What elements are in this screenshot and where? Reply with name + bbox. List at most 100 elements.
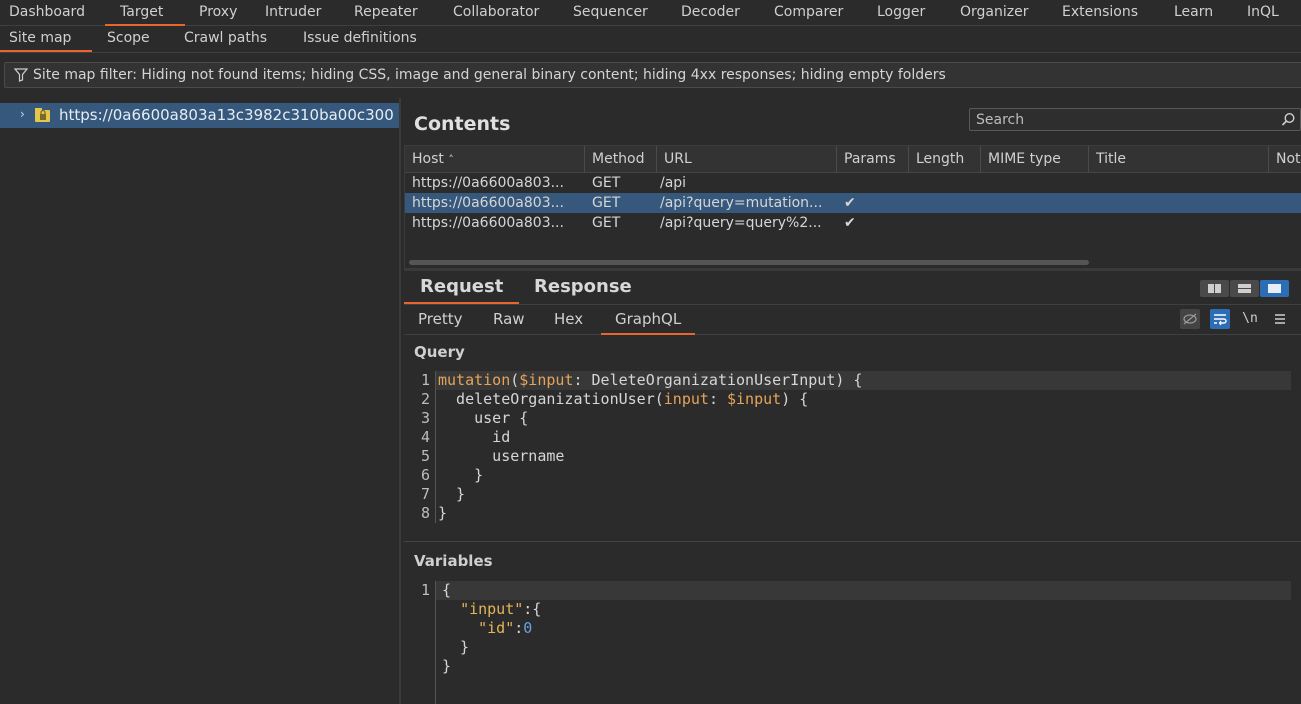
- code-line: {: [436, 581, 1291, 600]
- query-code[interactable]: mutation($input: DeleteOrganizationUserI…: [435, 371, 1291, 523]
- code-line: user {: [438, 409, 529, 427]
- stacked-layout-icon[interactable]: [1230, 280, 1259, 297]
- cell-params: [837, 173, 909, 193]
- code-line: }: [438, 504, 448, 522]
- tab-site-map[interactable]: Site map: [0, 26, 92, 52]
- line-number: 5: [420, 447, 430, 465]
- tab-logger[interactable]: Logger: [877, 0, 960, 25]
- table-row[interactable]: https://0a6600a803... GET /api?query=mut…: [405, 193, 1301, 213]
- column-header-method[interactable]: Method: [585, 146, 657, 173]
- search-input[interactable]: [976, 110, 1266, 129]
- code-line: }: [438, 485, 466, 503]
- tab-pretty[interactable]: Pretty: [404, 305, 477, 335]
- tab-organizer[interactable]: Organizer: [960, 0, 1062, 25]
- tab-dashboard[interactable]: Dashboard: [9, 0, 105, 25]
- tab-collaborator[interactable]: Collaborator: [453, 0, 573, 25]
- message-tab-bar: Request Response: [404, 272, 1301, 305]
- tab-scope[interactable]: Scope: [107, 26, 150, 52]
- tab-learn[interactable]: Learn: [1174, 0, 1247, 25]
- code-line: "input":{: [460, 600, 542, 618]
- code-line: }: [442, 657, 452, 675]
- column-header-mime-type[interactable]: MIME type: [981, 146, 1089, 173]
- section-divider[interactable]: [404, 541, 1301, 542]
- horizontal-scrollbar[interactable]: [409, 260, 1089, 265]
- search-field[interactable]: [969, 108, 1301, 131]
- contents-panel: Contents Host ˄ Method URL Params Length…: [404, 98, 1301, 704]
- column-header-notes[interactable]: Notes: [1269, 146, 1301, 173]
- table-header: Host ˄ Method URL Params Length MIME typ…: [405, 146, 1301, 173]
- folder-lock-icon: [35, 108, 51, 126]
- table-row[interactable]: https://0a6600a803... GET /api?query=que…: [405, 213, 1301, 233]
- table-row[interactable]: https://0a6600a803... GET /api: [405, 173, 1301, 193]
- cell-url: /api?query=mutation...: [660, 195, 823, 211]
- site-map-filter-bar[interactable]: Site map filter: Hiding not found items;…: [4, 62, 1301, 88]
- cell-method: GET: [592, 175, 621, 191]
- view-tab-bar: Pretty Raw Hex GraphQL: [404, 305, 1301, 335]
- tab-response[interactable]: Response: [518, 272, 648, 304]
- tab-request[interactable]: Request: [404, 272, 520, 304]
- code-line: deleteOrganizationUser(input: $input) {: [438, 390, 809, 408]
- query-section-label: Query: [414, 343, 465, 361]
- line-number: 3: [420, 409, 430, 427]
- word-wrap-icon[interactable]: [1210, 309, 1230, 329]
- cell-host: https://0a6600a803...: [412, 195, 564, 211]
- code-line: "id":0: [478, 619, 533, 637]
- tab-graphql[interactable]: GraphQL: [601, 305, 696, 335]
- tab-crawl-paths[interactable]: Crawl paths: [184, 26, 267, 52]
- column-header-title[interactable]: Title: [1089, 146, 1269, 173]
- code-line: mutation($input: DeleteOrganizationUserI…: [436, 371, 1291, 390]
- tab-repeater[interactable]: Repeater: [354, 0, 453, 25]
- tree-node-label: https://0a6600a803a13c3982c310ba00c300: [59, 106, 394, 124]
- line-number: 8: [420, 504, 430, 522]
- variables-editor[interactable]: 1 { "input":{ "id":0 } }: [404, 581, 1301, 704]
- tab-hex[interactable]: Hex: [540, 305, 597, 335]
- tabbed-layout-icon[interactable]: [1260, 280, 1289, 297]
- variables-code[interactable]: { "input":{ "id":0 } }: [435, 581, 1291, 704]
- column-header-params[interactable]: Params: [837, 146, 909, 173]
- hide-non-printable-icon[interactable]: [1180, 309, 1200, 329]
- main-tab-bar: Dashboard Target Proxy Intruder Repeater…: [0, 0, 1301, 26]
- cell-url: /api: [660, 175, 687, 191]
- show-newlines-icon[interactable]: \n: [1240, 309, 1260, 329]
- split-pane-divider[interactable]: [404, 268, 1301, 271]
- cell-url: /api?query=query%2...: [660, 215, 822, 231]
- tab-decoder[interactable]: Decoder: [681, 0, 774, 25]
- query-editor[interactable]: 1 2 3 4 5 6 7 8 mutation($input: DeleteO…: [404, 371, 1301, 539]
- column-header-url[interactable]: URL: [657, 146, 837, 173]
- line-number-gutter: 1 2 3 4 5 6 7 8: [404, 371, 435, 523]
- search-icon[interactable]: [1281, 112, 1296, 131]
- cell-host: https://0a6600a803...: [412, 175, 564, 191]
- code-line: username: [438, 447, 565, 465]
- tab-intruder[interactable]: Intruder: [265, 0, 354, 25]
- line-number: 4: [420, 428, 430, 446]
- tab-inql[interactable]: InQL: [1247, 0, 1287, 25]
- tab-proxy[interactable]: Proxy: [185, 0, 265, 25]
- line-number: 1: [420, 371, 430, 389]
- target-sub-tab-bar: Site map Scope Crawl paths Issue definit…: [0, 26, 1301, 53]
- tab-target[interactable]: Target: [105, 0, 185, 26]
- code-line: id: [438, 428, 511, 446]
- code-line: }: [438, 466, 484, 484]
- code-line: }: [442, 638, 470, 656]
- cell-method: GET: [592, 215, 621, 231]
- line-number: 7: [420, 485, 430, 503]
- menu-icon[interactable]: [1270, 309, 1290, 329]
- tab-extensions[interactable]: Extensions: [1062, 0, 1174, 25]
- cell-params: ✔: [844, 215, 856, 231]
- cell-params: ✔: [844, 195, 856, 211]
- tab-sequencer[interactable]: Sequencer: [573, 0, 681, 25]
- filter-icon: [13, 68, 29, 86]
- tab-issue-definitions[interactable]: Issue definitions: [303, 26, 417, 52]
- column-header-length[interactable]: Length: [909, 146, 981, 173]
- tree-node-host[interactable]: › https://0a6600a803a13c3982c310ba00c300: [0, 103, 399, 128]
- variables-section-label: Variables: [414, 552, 493, 570]
- contents-table: Host ˄ Method URL Params Length MIME typ…: [404, 145, 1301, 269]
- side-by-side-layout-icon[interactable]: [1200, 280, 1229, 297]
- line-number: 6: [420, 466, 430, 484]
- sort-ascending-icon: ˄: [448, 153, 454, 166]
- contents-title: Contents: [414, 113, 511, 135]
- tab-comparer[interactable]: Comparer: [774, 0, 877, 25]
- column-header-host[interactable]: Host ˄: [405, 146, 585, 173]
- chevron-right-icon[interactable]: ›: [20, 107, 25, 121]
- tab-raw[interactable]: Raw: [479, 305, 539, 335]
